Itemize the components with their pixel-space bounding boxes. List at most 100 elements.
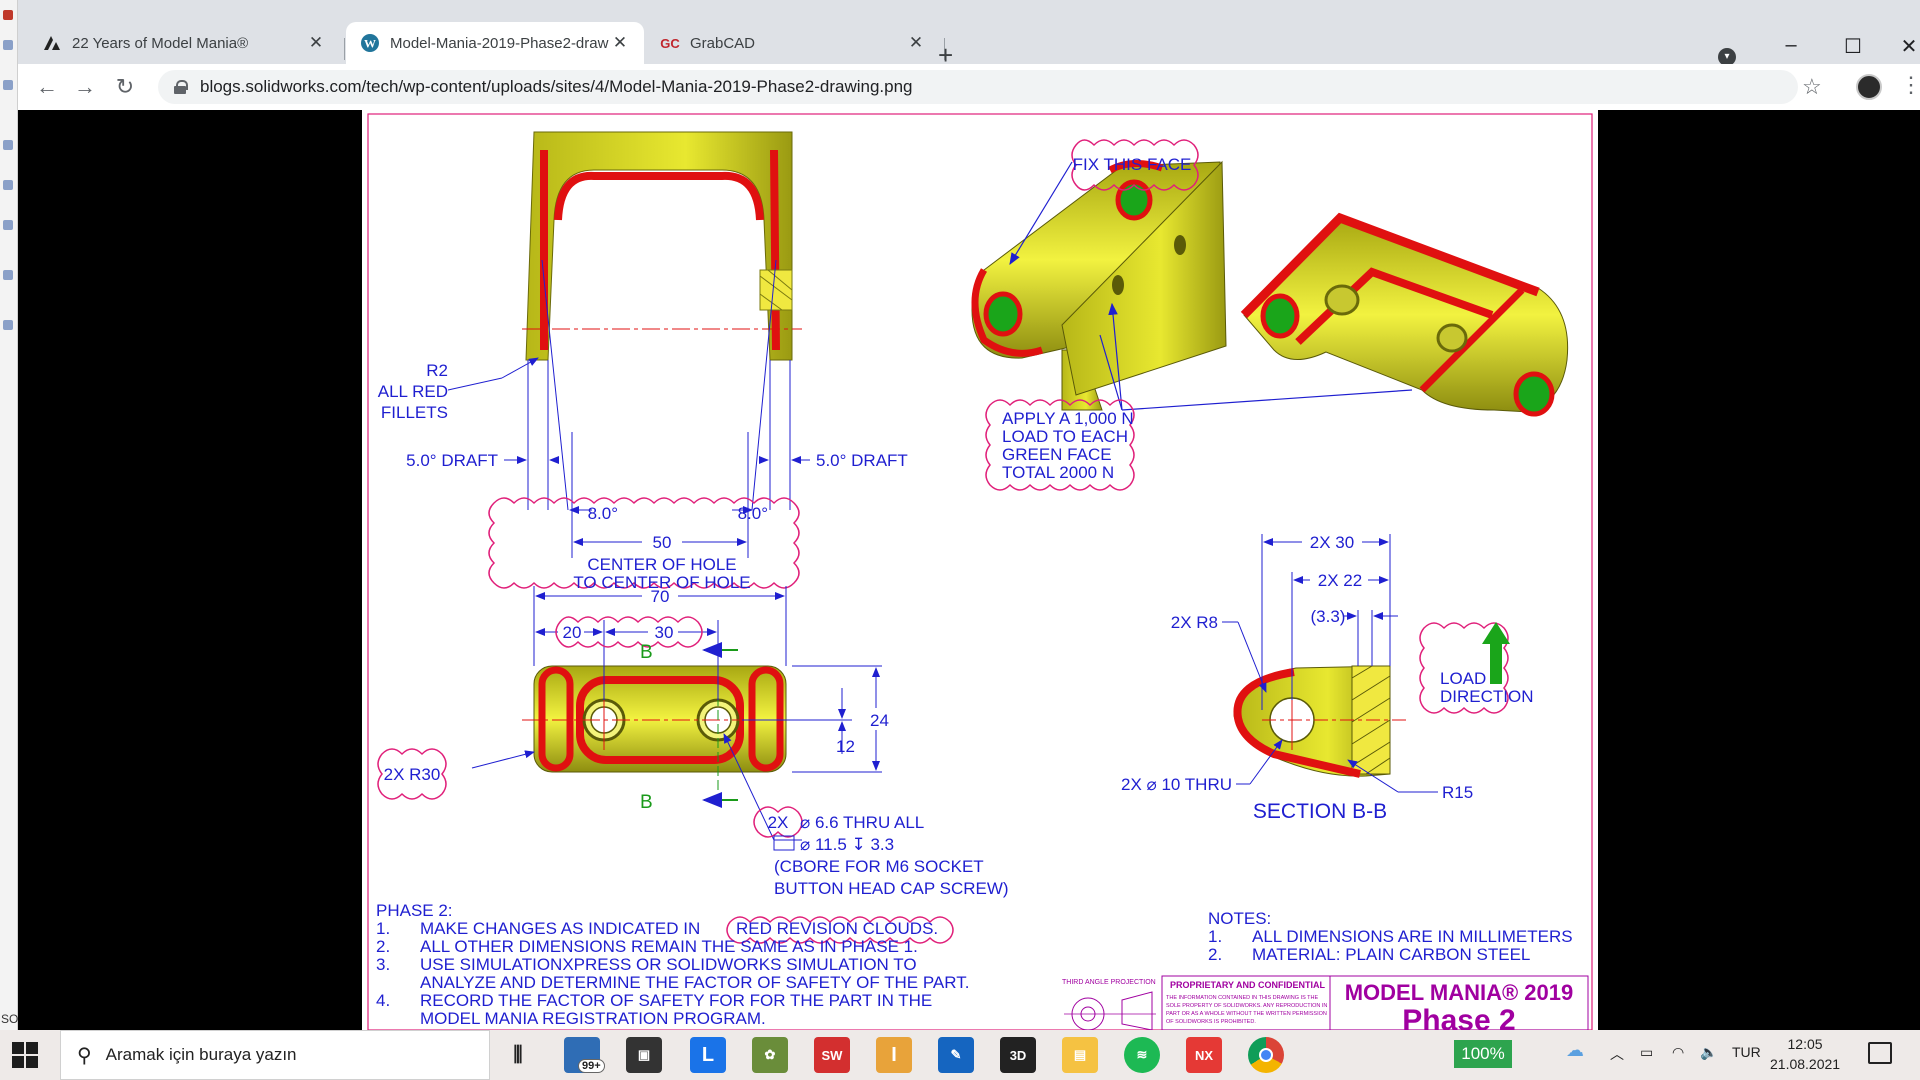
- pineapple-app-icon[interactable]: ✿: [752, 1037, 788, 1073]
- tab-separator: [344, 38, 345, 60]
- browser-toolbar: ← → ↻ blogs.solidworks.com/tech/wp-conte…: [18, 64, 1920, 110]
- 3ds-app-icon[interactable]: 3D: [1000, 1037, 1036, 1073]
- hole-callout-3: (CBORE FOR M6 SOCKET: [774, 857, 984, 876]
- volume-icon[interactable]: 🔈: [1700, 1044, 1717, 1061]
- section-view-part: [1233, 665, 1408, 778]
- phase-note-text: MAKE CHANGES AS INDICATED IN: [420, 919, 700, 938]
- phase-note-number: 1.: [376, 919, 390, 938]
- phase-note-number: 2.: [376, 937, 390, 956]
- app-icon: [3, 220, 13, 230]
- clock[interactable]: 12:05 21.08.2021: [1770, 1034, 1840, 1074]
- hole-callout-1: ⌀ 6.6 THRU ALL: [800, 813, 924, 832]
- dim-70-label: 70: [651, 587, 670, 606]
- inventor-icon[interactable]: I: [876, 1037, 912, 1073]
- app-icon: [3, 140, 13, 150]
- windows-start-icon[interactable]: [12, 1042, 38, 1068]
- phase-note-text: MODEL MANIA REGISTRATION PROGRAM.: [420, 1009, 766, 1028]
- drawing-image: R2 ALL RED FILLETS 5.0° DRAFT 5.0° DRAFT…: [362, 110, 1598, 1030]
- close-tab-icon[interactable]: ✕: [906, 33, 926, 53]
- r2-label: R2: [426, 361, 448, 380]
- close-window-button[interactable]: ✕: [1886, 34, 1920, 59]
- taskbar-search-input[interactable]: ⚲ Aramak için buraya yazın: [60, 1030, 490, 1080]
- zoom-indicator[interactable]: 100%: [1454, 1040, 1512, 1068]
- chrome-icon[interactable]: [1248, 1037, 1284, 1073]
- forward-arrow-icon[interactable]: →: [70, 72, 100, 102]
- proprietary-body: PART OR AS A WHOLE WITHOUT THE WRITTEN P…: [1166, 1011, 1327, 1017]
- angle-left-label: 8.0°: [588, 504, 618, 523]
- phase-note-text: USE SIMULATIONXPRESS OR SOLIDWORKS SIMUL…: [420, 955, 917, 974]
- isometric-view-1: [971, 160, 1227, 411]
- tab-strip: 22 Years of Model Mania® ✕ W Model-Mania…: [18, 16, 1920, 68]
- grabcad-icon: GC: [660, 35, 680, 51]
- front-view-bracket: [522, 131, 802, 361]
- load-direction-line-1: LOAD: [1440, 669, 1486, 688]
- solidworks-2020-icon[interactable]: SW: [814, 1037, 850, 1073]
- image-viewport: R2 ALL RED FILLETS 5.0° DRAFT 5.0° DRAFT…: [18, 110, 1920, 1030]
- profile-avatar[interactable]: [1856, 74, 1882, 100]
- menu-icon[interactable]: ⋮: [1900, 72, 1920, 98]
- onedrive-icon[interactable]: ☁: [1566, 1040, 1584, 1061]
- wifi-icon[interactable]: ◠: [1672, 1044, 1684, 1061]
- task-view-icon[interactable]: ⫼: [500, 1037, 536, 1073]
- tab-title: Model-Mania-2019-Phase2-draw: [390, 34, 609, 52]
- phase-note-number: 4.: [376, 991, 390, 1010]
- note-number: 2.: [1208, 945, 1222, 964]
- dim-12-label: 12: [836, 737, 855, 756]
- language-indicator[interactable]: TUR: [1732, 1044, 1761, 1060]
- dim-50-label: 50: [653, 533, 672, 552]
- svg-text:W: W: [364, 37, 376, 51]
- reload-icon[interactable]: ↻: [110, 72, 140, 102]
- proprietary-body: SOLE PROPERTY OF SOLIDWORKS. ANY REPRODU…: [1166, 1003, 1327, 1009]
- tab-grabcad[interactable]: GC GrabCAD ✕: [646, 22, 940, 64]
- hole-callout-2: ⌀ 11.5 ↧ 3.3: [800, 835, 894, 854]
- close-tab-icon[interactable]: ✕: [610, 33, 630, 53]
- phase-notes-list: 1. MAKE CHANGES AS INDICATED IN RED REVI…: [376, 916, 969, 1028]
- dim-2x22-label: 2X 22: [1318, 571, 1362, 590]
- bookmark-star-icon[interactable]: ☆: [1802, 74, 1822, 100]
- lock-icon[interactable]: [174, 80, 188, 94]
- tab-model-mania-years[interactable]: 22 Years of Model Mania® ✕: [28, 22, 340, 64]
- url-text[interactable]: blogs.solidworks.com/tech/wp-content/upl…: [200, 77, 913, 97]
- search-icon: ⚲: [77, 1044, 92, 1067]
- note-number: 1.: [1208, 927, 1222, 946]
- counterbore-symbol: [773, 835, 795, 851]
- tab-drawing[interactable]: W Model-Mania-2019-Phase2-draw ✕: [346, 22, 644, 64]
- search-placeholder: Aramak için buraya yazın: [105, 1045, 297, 1064]
- maximize-button[interactable]: ☐: [1830, 34, 1876, 59]
- minimize-button[interactable]: –: [1768, 34, 1814, 57]
- phase-note-cloud-text: RED REVISION CLOUDS.: [736, 919, 938, 938]
- notification-center-icon[interactable]: [1868, 1042, 1892, 1064]
- close-tab-icon[interactable]: ✕: [306, 33, 326, 53]
- clock-time: 12:05: [1787, 1036, 1823, 1052]
- wordpress-icon: W: [360, 33, 380, 53]
- hole-callout-4: BUTTON HEAD CAP SCREW): [774, 879, 1009, 898]
- section-b-bottom-label: B: [640, 792, 653, 813]
- nx-icon[interactable]: NX: [1186, 1037, 1222, 1073]
- back-arrow-icon[interactable]: ←: [32, 72, 62, 102]
- app-icon: [3, 320, 13, 330]
- mail-icon[interactable]: 99+: [564, 1037, 605, 1073]
- app-l-icon[interactable]: L: [690, 1037, 726, 1073]
- browser-window: 22 Years of Model Mania® ✕ W Model-Mania…: [18, 0, 1920, 110]
- load-direction-line-2: DIRECTION: [1440, 687, 1534, 706]
- app-icon: [3, 40, 13, 50]
- store-icon[interactable]: ▣: [626, 1037, 662, 1073]
- r8-label: 2X R8: [1171, 613, 1218, 632]
- dim-20-label: 20: [563, 623, 582, 642]
- taskbar: ⚲ Aramak için buraya yazın ⫼ 99+ ▣ L ✿ S…: [0, 1030, 1920, 1080]
- spotify-icon[interactable]: ≋: [1124, 1037, 1160, 1073]
- mail-badge: 99+: [578, 1059, 605, 1073]
- dim-30-label: 30: [655, 623, 674, 642]
- top-view-part: [522, 640, 802, 790]
- chevron-up-icon[interactable]: ︿: [1610, 1044, 1624, 1064]
- isometric-view-2: [1240, 212, 1569, 417]
- app-icon: [3, 270, 13, 280]
- paint-app-icon[interactable]: ✎: [938, 1037, 974, 1073]
- draft-left-label: 5.0° DRAFT: [406, 451, 498, 470]
- battery-icon[interactable]: ▭: [1640, 1044, 1653, 1061]
- strip-label: SO: [1, 1012, 19, 1026]
- r30-label: 2X R30: [384, 765, 441, 784]
- address-bar[interactable]: blogs.solidworks.com/tech/wp-content/upl…: [158, 70, 1798, 104]
- file-explorer-icon[interactable]: ▤: [1062, 1037, 1098, 1073]
- projection-label: THIRD ANGLE PROJECTION: [1062, 979, 1156, 986]
